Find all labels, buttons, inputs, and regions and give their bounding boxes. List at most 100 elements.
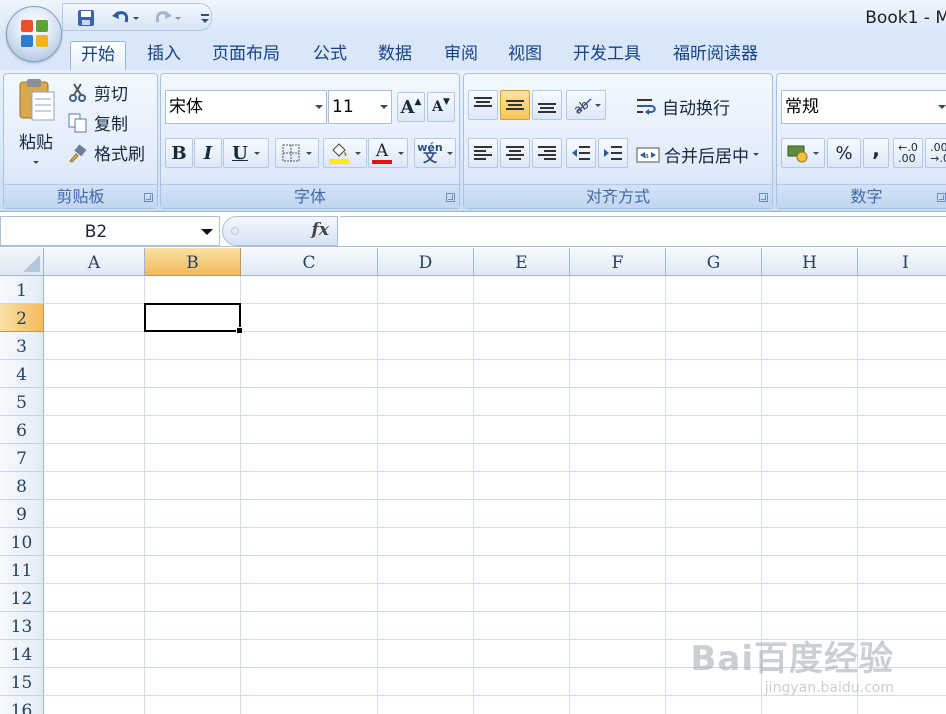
borders-icon	[282, 144, 300, 162]
number-format-select[interactable]: 常规	[781, 90, 946, 124]
row-header-7[interactable]: 7	[0, 444, 44, 472]
row-header-11[interactable]: 11	[0, 556, 44, 584]
select-all-button[interactable]	[0, 248, 44, 276]
name-box[interactable]: B2	[0, 216, 220, 246]
fill-color-button[interactable]	[323, 138, 367, 168]
row-header-13[interactable]: 13	[0, 612, 44, 640]
align-middle-button[interactable]	[500, 90, 530, 120]
tab-formulas[interactable]: 公式	[303, 41, 357, 70]
column-gridline	[665, 276, 666, 714]
orientation-button[interactable]: ab	[566, 90, 606, 120]
italic-button[interactable]: I	[194, 138, 222, 168]
column-header-a[interactable]: A	[44, 248, 145, 276]
row-header-4[interactable]: 4	[0, 360, 44, 388]
column-header-e[interactable]: E	[474, 248, 570, 276]
accounting-format-button[interactable]	[781, 138, 825, 168]
row-header-10[interactable]: 10	[0, 528, 44, 556]
align-left-button[interactable]	[468, 138, 498, 168]
increase-indent-button[interactable]	[598, 138, 628, 168]
column-header-f[interactable]: F	[570, 248, 666, 276]
decrease-indent-button[interactable]	[566, 138, 596, 168]
shrink-font-button[interactable]: A ▼	[427, 92, 455, 122]
column-header-i[interactable]: I	[858, 248, 946, 276]
align-center-button[interactable]	[500, 138, 530, 168]
column-header-b[interactable]: B	[145, 248, 241, 276]
scissors-icon	[69, 82, 86, 102]
align-bottom-button[interactable]	[532, 90, 562, 120]
underline-icon: U	[232, 142, 248, 164]
row-header-8[interactable]: 8	[0, 472, 44, 500]
customize-qat-button[interactable]	[198, 8, 212, 28]
alignment-launcher-icon[interactable]	[759, 193, 768, 202]
row-header-14[interactable]: 14	[0, 640, 44, 668]
row-header-6[interactable]: 6	[0, 416, 44, 444]
column-header-d[interactable]: D	[378, 248, 474, 276]
paste-button[interactable]: 粘贴	[10, 78, 62, 178]
tab-view[interactable]: 视图	[498, 41, 552, 70]
undo-icon	[112, 11, 129, 23]
clipboard-launcher-icon[interactable]	[144, 193, 153, 202]
row-header-15[interactable]: 15	[0, 668, 44, 696]
underline-button[interactable]: U	[223, 138, 269, 168]
row-header-12[interactable]: 12	[0, 584, 44, 612]
column-header-g[interactable]: G	[666, 248, 762, 276]
row-header-1[interactable]: 1	[0, 276, 44, 304]
column-gridline	[377, 276, 378, 714]
undo-button[interactable]	[107, 8, 143, 28]
watermark-main: Bai百度经验	[690, 639, 894, 679]
tab-foxit-reader[interactable]: 福昕阅读器	[663, 41, 768, 70]
borders-button[interactable]	[275, 138, 319, 168]
tab-page-layout[interactable]: 页面布局	[202, 41, 290, 70]
office-button[interactable]	[6, 6, 62, 62]
align-right-button[interactable]	[532, 138, 562, 168]
title-bar: Book1 - M	[0, 0, 946, 36]
increase-decimal-button[interactable]: ←.0.00	[893, 138, 923, 168]
tab-data[interactable]: 数据	[368, 41, 422, 70]
column-gridline	[144, 276, 145, 714]
font-launcher-icon[interactable]	[446, 193, 455, 202]
tab-developer[interactable]: 开发工具	[563, 41, 651, 70]
font-size-dropdown-icon	[380, 105, 388, 109]
formula-bar-handle-icon[interactable]	[231, 227, 239, 235]
column-header-c[interactable]: C	[241, 248, 378, 276]
align-top-button[interactable]	[468, 90, 498, 120]
tab-insert[interactable]: 插入	[137, 41, 191, 70]
merge-center-button[interactable]: a 合并后居中	[636, 142, 759, 167]
format-painter-button[interactable]: 格式刷	[68, 140, 145, 165]
grow-font-button[interactable]: A ▲	[397, 92, 425, 122]
font-size-select[interactable]: 11	[328, 90, 392, 124]
formula-input[interactable]	[340, 216, 946, 246]
row-header-16[interactable]: 16	[0, 696, 44, 714]
formula-bar: B2 fx	[0, 213, 946, 247]
font-name-select[interactable]: 宋体	[165, 90, 327, 124]
redo-button[interactable]	[149, 8, 185, 28]
bold-button[interactable]: B	[165, 138, 193, 168]
comma-style-button[interactable]: ,	[863, 137, 889, 168]
row-header-3[interactable]: 3	[0, 332, 44, 360]
column-header-h[interactable]: H	[762, 248, 858, 276]
clipboard-group-label: 剪贴板	[4, 184, 157, 208]
tab-home[interactable]: 开始	[70, 41, 126, 70]
save-icon	[78, 10, 94, 26]
decrease-decimal-button[interactable]: .00→.0	[925, 138, 946, 168]
increase-indent-icon	[604, 146, 622, 160]
row-header-9[interactable]: 9	[0, 500, 44, 528]
percent-style-button[interactable]: %	[827, 138, 861, 168]
row-header-5[interactable]: 5	[0, 388, 44, 416]
active-cell[interactable]	[144, 303, 243, 334]
name-box-dropdown-icon[interactable]	[201, 229, 213, 235]
wrap-text-button[interactable]: 自动换行	[636, 94, 730, 119]
font-group-label: 字体	[161, 184, 459, 208]
insert-function-button[interactable]: fx	[312, 220, 329, 240]
font-color-button[interactable]: A	[368, 138, 408, 168]
save-button[interactable]	[75, 8, 97, 28]
row-header-2[interactable]: 2	[0, 304, 44, 332]
tab-review[interactable]: 审阅	[434, 41, 488, 70]
merge-dropdown-icon	[753, 153, 759, 156]
number-launcher-icon[interactable]	[937, 193, 946, 202]
copy-button[interactable]: 复制	[68, 110, 128, 135]
cut-button[interactable]: 剪切	[68, 80, 128, 105]
cut-label: 剪切	[94, 85, 128, 105]
phonetic-button[interactable]: wén 文	[414, 138, 456, 168]
font-group: 宋体 11 A ▲ A ▼ B I U A wén 文 字体	[160, 73, 460, 209]
